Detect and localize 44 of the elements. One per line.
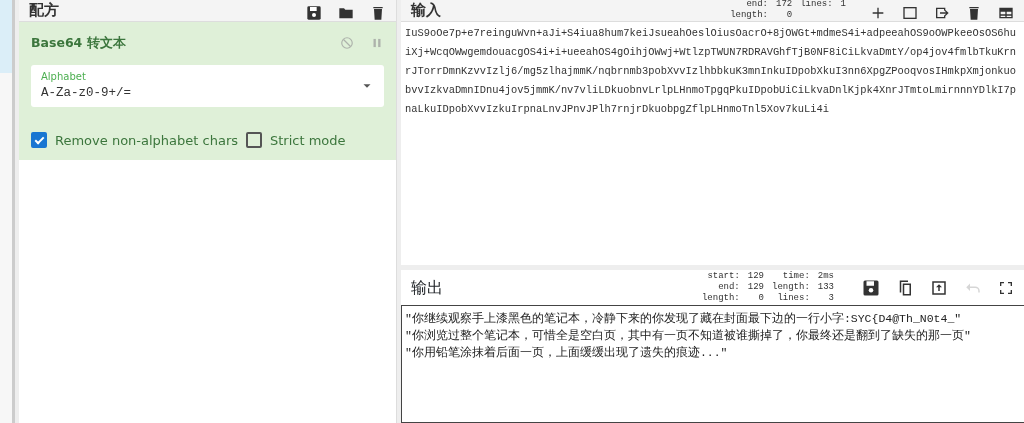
- import-icon[interactable]: [934, 5, 950, 21]
- add-icon[interactable]: [870, 5, 886, 21]
- stat-value: 129: [747, 282, 764, 293]
- panel-title: 输入: [411, 0, 441, 21]
- output-line: "你用铅笔涂抹着后面一页，上面缓缓出现了遗失的痕迹...": [405, 345, 729, 361]
- input-text: IuS9oOe7p+e7reinguWvn+aJi+S4iua8hum7keiJsueahOeslOiusOacrO+8jOWGt+mdmeS4i+adpeeahOS9oOWPkeeOsOS6huiXj+WcqOWwgemdouacgOS4i+i+ueeahOS4gOihjOWwj+WtlzpTWUN7RDRAVGhfTjB0NF8iCiLkvaDmtY/op4jov4fmlbTkuKrnrJTorrDmnKzvvIzlj6/mg5zlhajmmK/nqbrnmb3pobXvvIzlhbbkuK3mnInkuIDpobXkuI3nn6XpgZPooqvosIHmkpXmjonkuobvvIzkvaDmnIDnu4jov5jmmK/nv7vliLDkuobnvLrlpLHnmoTpgqPkuIDpobUiCiLkvaDnlKjpk4XnrJTmtoLmirnnnYDlkI7pnaLkuIDpobXvvIzkuIrpnaLnvJPnvJPlh7rnjrDkuobpgZflpLHnmoTnl5Xov7kuLi4i: [404, 26, 1018, 117]
- output-line: "你继续观察手上漆黑色的笔记本，冷静下来的你发现了藏在封面最下边的一行小字:SYC{D4@Th_N0t4_": [405, 311, 963, 327]
- stat-value: 1: [840, 0, 846, 10]
- stat-label: lines:: [800, 0, 833, 10]
- stat-label: start:: [706, 271, 740, 282]
- stat-label: end:: [717, 282, 740, 293]
- checkbox[interactable]: [31, 132, 47, 149]
- delete-icon[interactable]: [370, 5, 386, 21]
- stat-value: 0: [785, 10, 793, 21]
- fullscreen-icon[interactable]: [998, 279, 1014, 296]
- alphabet-dropdown[interactable]: Alphabet A-Za-z0-9+/=: [31, 64, 384, 107]
- folder-icon[interactable]: [338, 5, 354, 21]
- stat-label: time:: [781, 271, 810, 282]
- stat-value: 129: [747, 271, 764, 282]
- stat-value: 3: [827, 293, 834, 304]
- stat-label: end:: [745, 0, 768, 10]
- checkbox[interactable]: [246, 132, 262, 149]
- stat-label: length:: [701, 293, 740, 304]
- save-icon[interactable]: [306, 5, 322, 21]
- panel-title: 配方: [29, 0, 59, 21]
- stat-label: length:: [772, 282, 810, 293]
- stat-label: lines:: [776, 293, 810, 304]
- checkbox-label: Strict mode: [270, 131, 346, 150]
- stat-value: 133: [817, 282, 834, 293]
- stat-value: 2ms: [817, 271, 834, 282]
- stat-value: 172: [776, 0, 793, 10]
- window-icon[interactable]: [902, 5, 918, 21]
- panel-title: 输出: [411, 276, 444, 299]
- replace-input-icon[interactable]: [930, 278, 948, 297]
- field-label: Alphabet: [41, 69, 87, 84]
- operation-title: Base64 转文本: [31, 34, 126, 52]
- stat-value: 0: [757, 293, 764, 304]
- save-icon[interactable]: [862, 278, 880, 297]
- output-line: "你浏览过整个笔记本，可惜全是空白页，其中有一页不知道被谁撕掉了，你最终还是翻到了缺失的那一页": [405, 328, 972, 344]
- stat-label: length:: [730, 10, 768, 21]
- field-value: A-Za-z0-9+/=: [41, 84, 132, 102]
- delete-icon[interactable]: [966, 5, 982, 21]
- layout-icon[interactable]: [998, 5, 1014, 21]
- checkbox-label: Remove non-alphabet chars: [55, 131, 238, 150]
